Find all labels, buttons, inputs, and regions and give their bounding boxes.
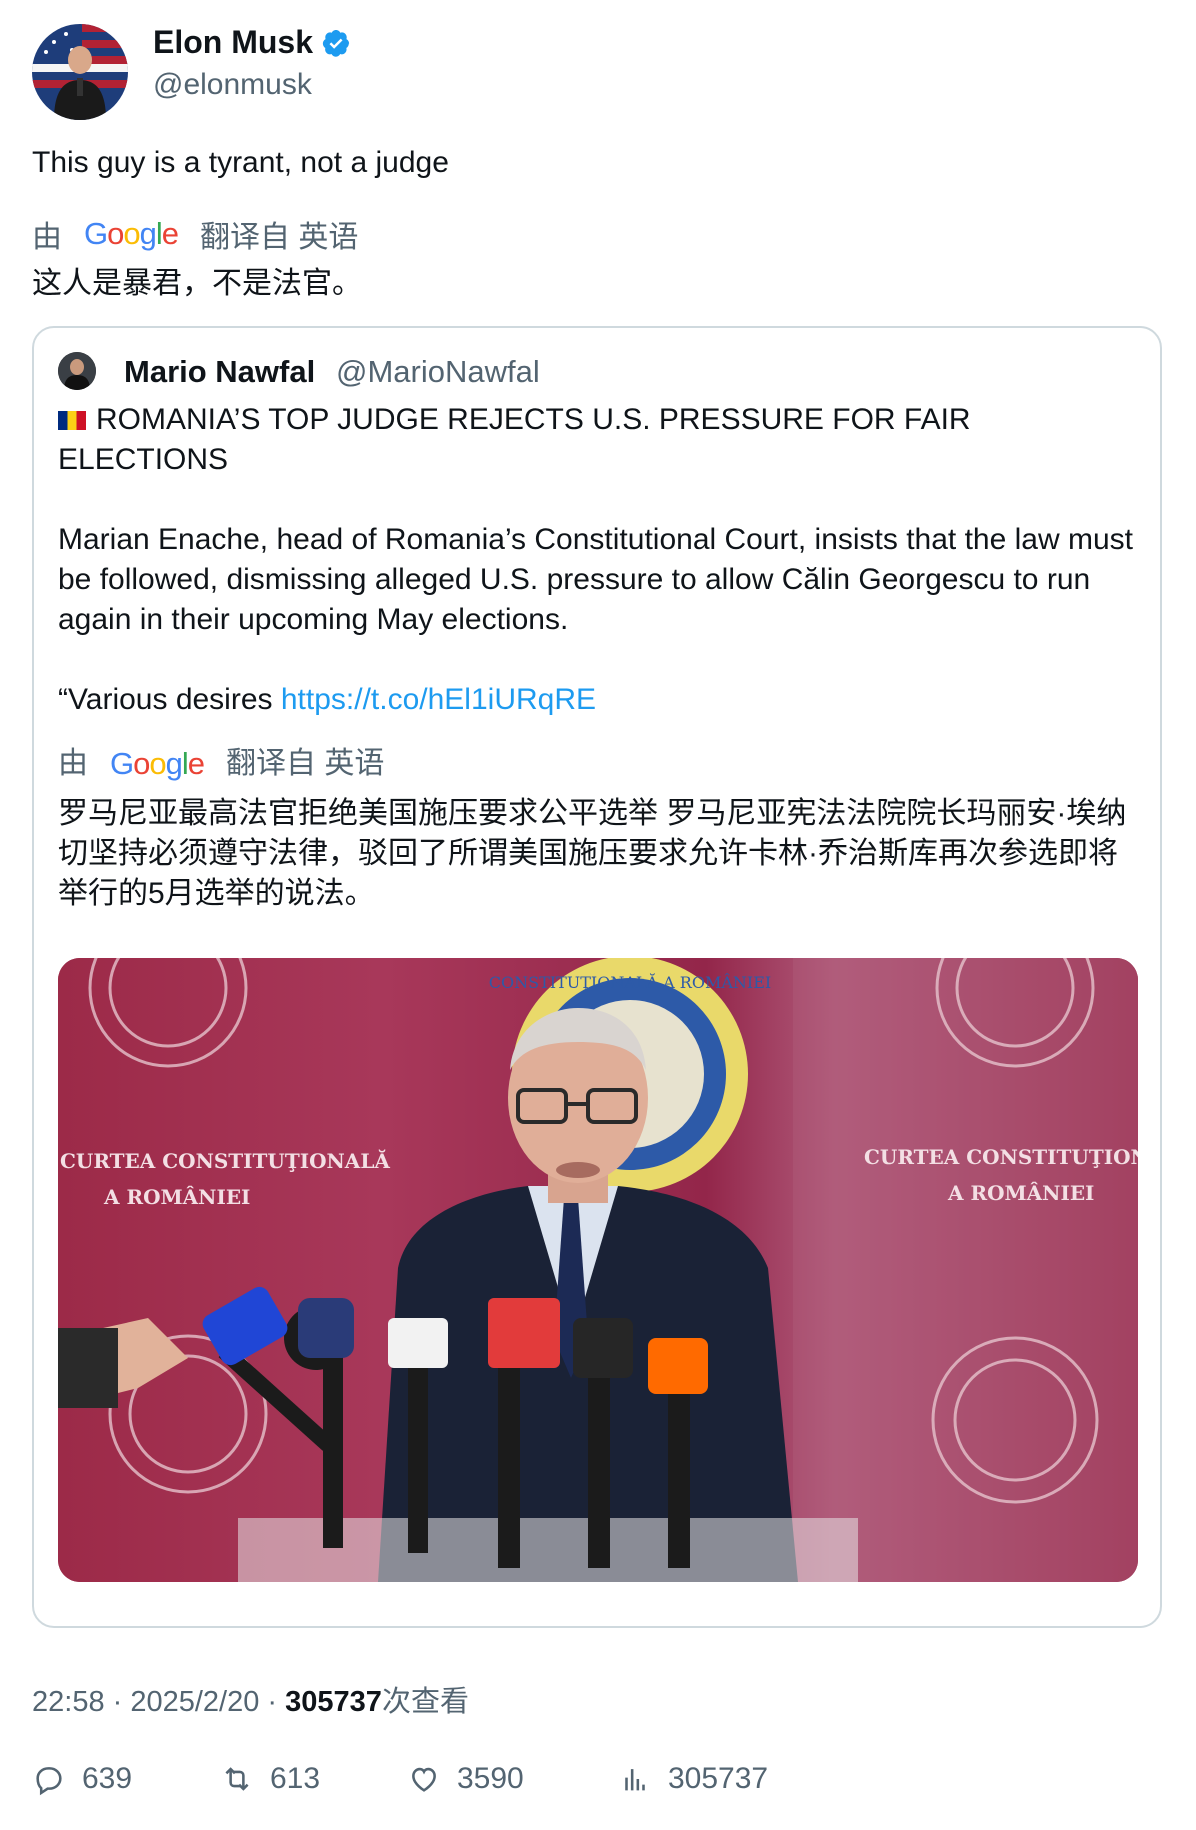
view-count: 305737 [285,1686,382,1718]
translate-prefix: 由 [32,221,62,254]
like-button[interactable]: 3590 [407,1762,524,1796]
quote-translate-prefix: 由 [58,747,88,780]
retweet-button[interactable]: 613 [220,1762,320,1796]
quote-excerpt-text: “Various desires [58,683,281,716]
reply-button[interactable]: 639 [32,1762,132,1796]
like-count: 3590 [457,1762,524,1795]
action-bar: 639 613 3590 305737 [32,1762,1132,1812]
quote-google-logo: Google [110,746,205,781]
tweet-text: This guy is a tyrant, not a judge [32,146,449,179]
tweet-translation: 这人是暴君，不是法官。 [32,267,362,300]
backdrop-text-right-2: A ROMÂNIEI [947,1181,1094,1205]
tweet: Elon Musk @elonmusk This guy is a tyrant… [0,0,1196,1830]
quote-link[interactable]: https://t.co/hEl1iURqRE [281,683,596,716]
verified-badge-icon [322,29,350,57]
quote-photo[interactable]: CONSTITUŢIONALĂ A ROMÂNIEI CURTEA CONSTI… [58,958,1138,1582]
heart-icon [412,1767,436,1792]
quote-author-name[interactable]: Mario Nawfal [124,354,315,390]
views-count: 305737 [668,1762,769,1795]
reply-count: 639 [82,1762,133,1795]
quote-headline-text: ROMANIA’S TOP JUDGE REJECTS U.S. PRESSUR… [58,403,971,476]
quote-author-handle[interactable]: @MarioNawfal [336,354,540,390]
analytics-icon [625,1769,645,1791]
quote-translation: 罗马尼亚最高法官拒绝美国施压要求公平选举 罗马尼亚宪法法院院长玛丽安·埃纳切坚持… [58,797,1127,910]
retweet-icon [225,1767,249,1791]
backdrop-text-right-1: CURTEA CONSTITUŢIONA [864,1145,1138,1169]
author-display-name[interactable]: Elon Musk [153,24,313,61]
quoted-tweet[interactable]: Mario Nawfal @MarioNawfal ROMANIA’S TOP … [32,326,1162,1628]
quote-translate-attribution: 由 Google 翻译自 英语 [58,744,1138,784]
quote-body: ROMANIA’S TOP JUDGE REJECTS U.S. PRESSUR… [58,400,1138,914]
author-handle[interactable]: @elonmusk [153,68,312,102]
quote-paragraph: Marian Enache, head of Romania’s Constit… [58,523,1133,636]
author-avatar[interactable] [32,24,128,120]
author-name-row[interactable]: Elon Musk [153,24,351,61]
quote-excerpt: “Various desires https://t.co/hEl1iURqRE [58,680,1138,720]
tweet-date[interactable]: 2025/2/20 [130,1686,259,1718]
quote-headline: ROMANIA’S TOP JUDGE REJECTS U.S. PRESSUR… [58,400,1138,480]
romania-flag-icon [58,411,86,430]
reply-icon [36,1767,62,1796]
translate-attribution: 由 Google 翻译自 英语 [32,212,358,256]
backdrop-text-left-2: A ROMÂNIEI [103,1185,250,1209]
retweet-count: 613 [270,1762,321,1795]
translate-suffix: 翻译自 英语 [200,221,359,254]
tweet-time[interactable]: 22:58 [32,1686,105,1718]
seal-text: CONSTITUŢIONALĂ A ROMÂNIEI [489,972,771,992]
quote-translate-suffix: 翻译自 英语 [226,747,385,780]
quote-author-avatar[interactable] [58,352,96,390]
google-logo: Google [84,216,179,251]
meta-separator-1: · [104,1686,131,1718]
backdrop-text-left-1: CURTEA CONSTITUŢIONALĂ [60,1148,390,1173]
tweet-meta: 22:58 · 2025/2/20 · 305737次查看 [32,1678,469,1720]
meta-separator-2: · [259,1686,286,1718]
view-count-label: 次查看 [381,1686,469,1718]
views-button[interactable]: 305737 [618,1762,768,1796]
